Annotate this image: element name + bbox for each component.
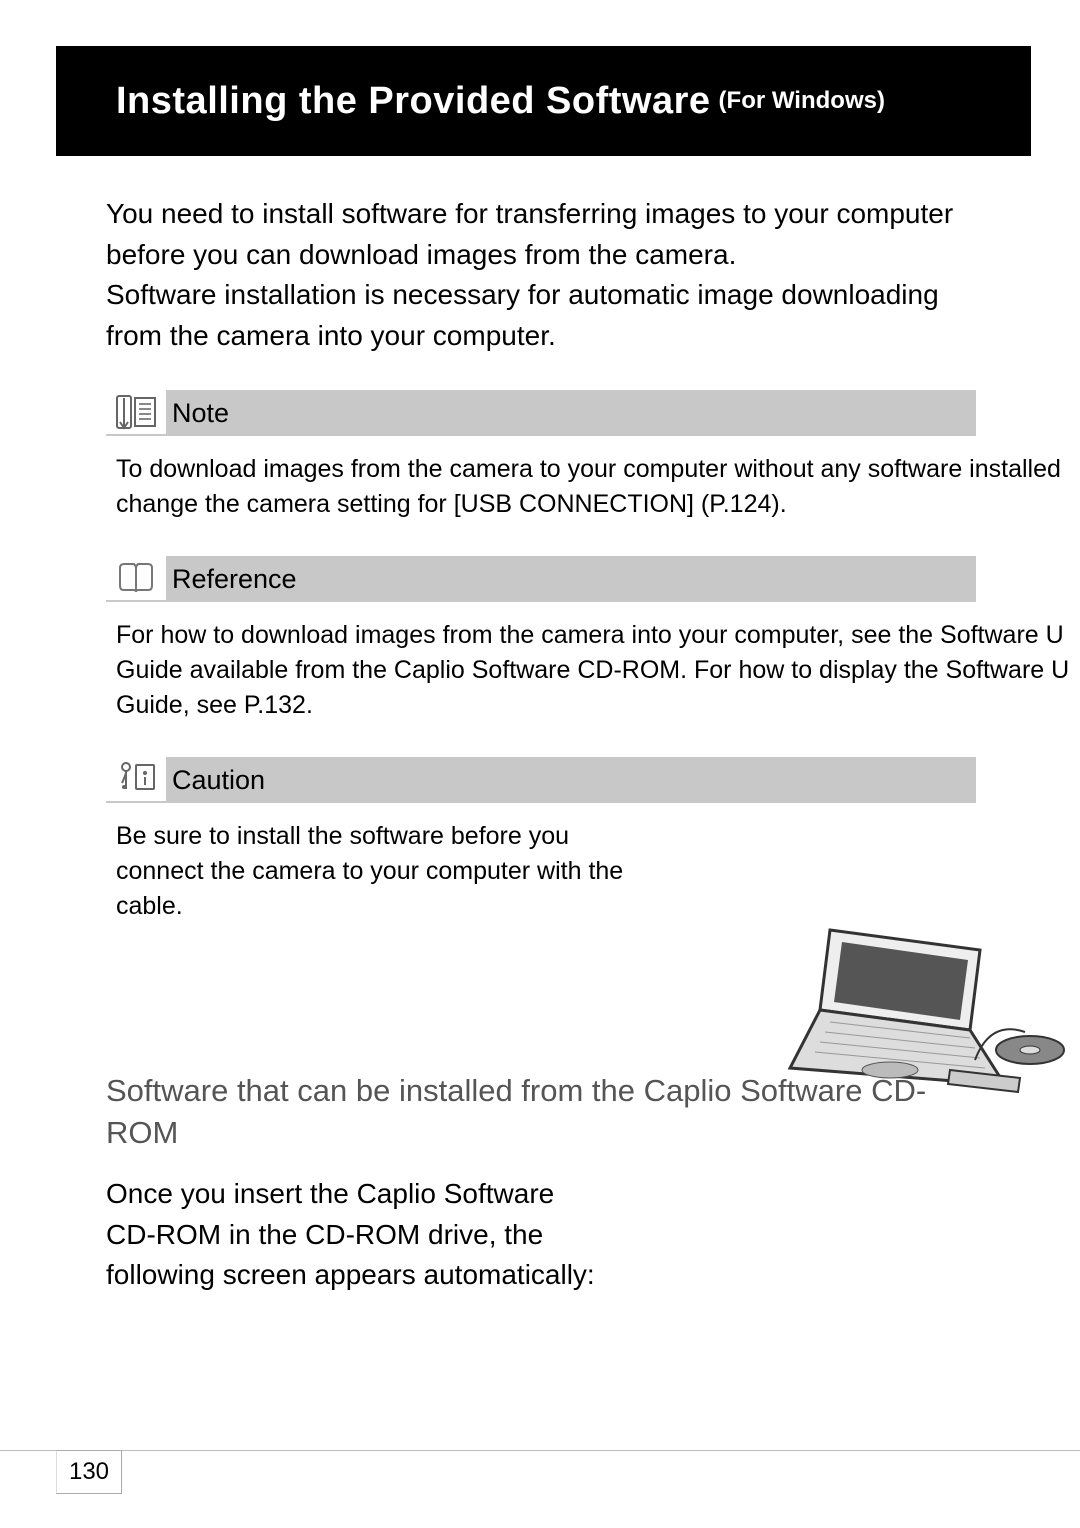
caution-header: Caution bbox=[106, 757, 976, 803]
section-title-bar: Installing the Provided Software (For Wi… bbox=[56, 46, 1031, 156]
caution-label: Caution bbox=[172, 765, 265, 796]
reference-header: Reference bbox=[106, 556, 976, 602]
page-number-text: 130 bbox=[69, 1458, 109, 1486]
note-icon bbox=[106, 390, 166, 436]
footer-rule bbox=[0, 1450, 1080, 1451]
document-page: Installing the Provided Software (For Wi… bbox=[0, 0, 1080, 1528]
section-title-main: Installing the Provided Software bbox=[116, 80, 711, 123]
reference-label: Reference bbox=[172, 564, 297, 595]
note-label: Note bbox=[172, 398, 229, 429]
subsection-body: Once you insert the Caplio Software CD-R… bbox=[106, 1174, 606, 1296]
page-number: 130 bbox=[56, 1450, 122, 1494]
caution-callout: Caution Be sure to install the software … bbox=[106, 757, 976, 924]
note-callout: Note To download images from the camera … bbox=[106, 390, 976, 522]
reference-callout: Reference For how to download images fro… bbox=[106, 556, 976, 723]
note-header: Note bbox=[106, 390, 976, 436]
intro-paragraph: You need to install software for transfe… bbox=[106, 194, 986, 356]
caution-body: Be sure to install the software before y… bbox=[116, 819, 656, 924]
reference-body: For how to download images from the came… bbox=[116, 618, 1080, 723]
laptop-cd-illustration bbox=[770, 920, 1070, 1120]
caution-icon bbox=[106, 757, 166, 803]
note-body: To download images from the camera to yo… bbox=[116, 452, 1080, 522]
book-icon bbox=[106, 556, 166, 602]
section-title-sub: (For Windows) bbox=[719, 87, 885, 115]
